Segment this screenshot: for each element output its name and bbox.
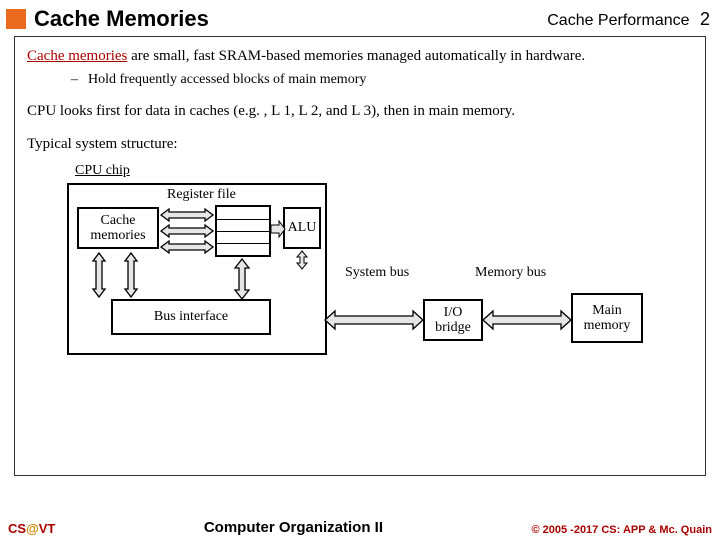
- paragraph-3: Typical system structure:: [27, 135, 693, 154]
- memory-bus-arrow-icon: [483, 311, 571, 329]
- io-bridge-box: I/O bridge: [423, 299, 483, 341]
- cpu-chip-label: CPU chip: [75, 163, 130, 179]
- paragraph-2: CPU looks first for data in caches (e.g.…: [27, 102, 693, 121]
- system-diagram: CPU chip Register file Cache memories AL…: [67, 163, 667, 373]
- topic-label: Cache Performance: [547, 12, 689, 29]
- regfile-alu-arrow-icon: [271, 221, 285, 237]
- memory-bus-label: Memory bus: [475, 265, 546, 281]
- footer-center: Computer Organization II: [204, 519, 383, 536]
- content-frame: Cache memories are small, fast SRAM-base…: [14, 36, 706, 476]
- system-bus-label: System bus: [345, 265, 409, 281]
- main-memory-box: Main memory: [571, 293, 643, 343]
- footer-right: © 2005 -2017 CS: APP & Mc. Quain: [531, 524, 712, 536]
- page-number: 2: [700, 9, 710, 29]
- io-bridge-text: I/O bridge: [425, 305, 481, 336]
- regfile-busif-arrow-icon: [233, 259, 251, 299]
- alu-down-arrow-icon: [295, 251, 309, 269]
- cache-memories-text: Cache memories: [79, 213, 157, 244]
- intro-paragraph: Cache memories are small, fast SRAM-base…: [27, 47, 693, 66]
- header-right: Cache Performance 2: [547, 9, 710, 30]
- system-bus-arrow-icon: [325, 311, 423, 329]
- intro-keyword: Cache memories: [27, 48, 127, 64]
- register-row: [217, 220, 269, 232]
- cache-memories-box: Cache memories: [77, 207, 159, 249]
- bullet-item: Hold frequently accessed blocks of main …: [71, 72, 693, 88]
- intro-text: are small, fast SRAM-based memories mana…: [127, 48, 585, 64]
- register-file-box: [215, 205, 271, 257]
- bus-interface-box: Bus interface: [111, 299, 271, 335]
- register-row: [217, 232, 269, 244]
- header-left: Cache Memories: [6, 6, 209, 32]
- footer-cs: CS: [8, 521, 26, 536]
- alu-box: ALU: [283, 207, 321, 249]
- accent-square-icon: [6, 9, 26, 29]
- slide-footer: CS@VT Computer Organization II © 2005 -2…: [0, 519, 720, 536]
- bus-interface-text: Bus interface: [154, 309, 228, 325]
- cache-busif-arrows-icon: [91, 251, 143, 299]
- register-row: [217, 244, 269, 255]
- cache-regfile-arrows-icon: [159, 209, 215, 253]
- footer-at: @: [26, 521, 39, 536]
- main-memory-text: Main memory: [573, 303, 641, 334]
- slide-header: Cache Memories Cache Performance 2: [0, 0, 720, 36]
- register-file-label: Register file: [167, 187, 236, 203]
- slide-title: Cache Memories: [34, 6, 209, 32]
- alu-text: ALU: [288, 220, 317, 236]
- footer-vt: VT: [39, 521, 56, 536]
- footer-left: CS@VT: [8, 521, 55, 536]
- register-row: [217, 207, 269, 219]
